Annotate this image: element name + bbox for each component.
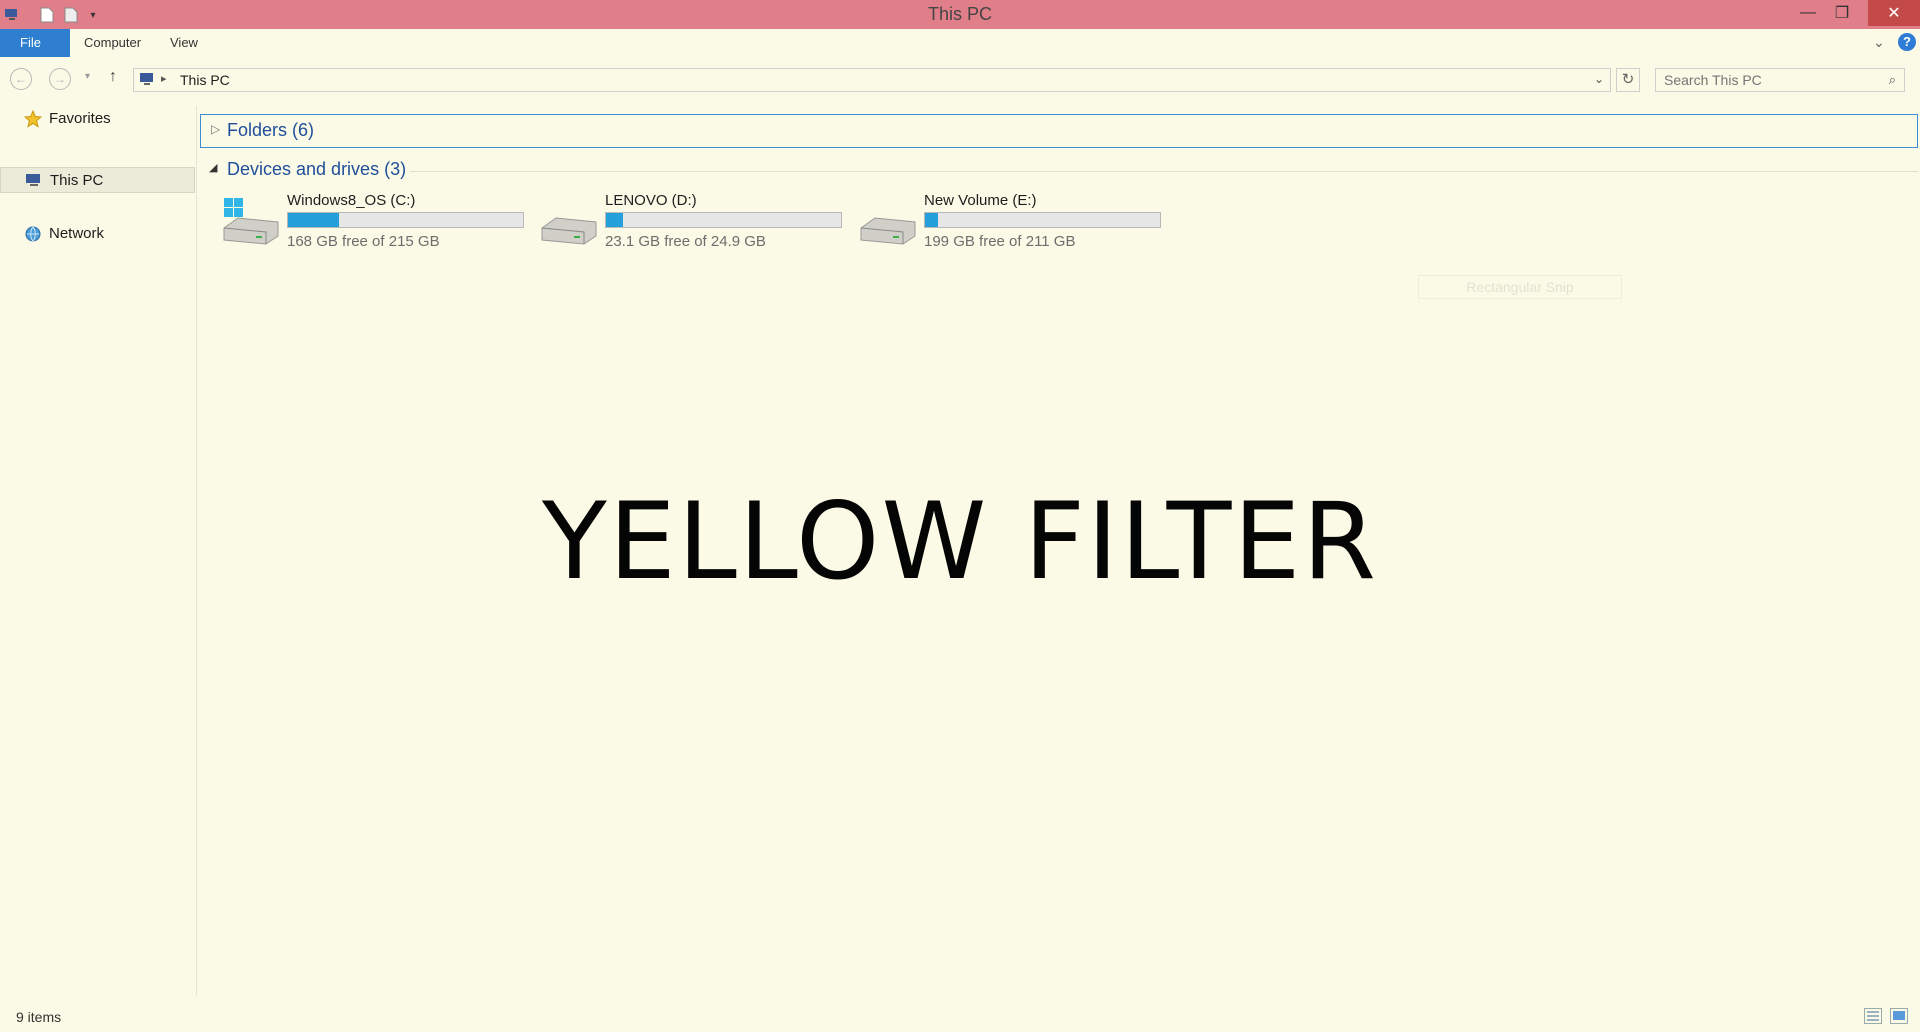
nav-item-label: Favorites <box>49 110 111 127</box>
group-devices[interactable]: ◢ Devices and drives (3) <box>200 154 1918 186</box>
search-icon[interactable]: ⌕ <box>1889 72 1896 88</box>
this-pc-icon <box>138 72 156 93</box>
details-view-icon[interactable] <box>1864 1008 1882 1024</box>
large-icons-view-icon[interactable] <box>1890 1008 1908 1024</box>
properties-icon[interactable] <box>38 4 56 26</box>
drive-c[interactable]: Windows8_OS (C:) 168 GB free of 215 GB <box>220 190 540 256</box>
search-input[interactable] <box>1656 69 1882 91</box>
up-button[interactable]: ↑ <box>109 68 117 86</box>
computer-icon <box>25 172 43 190</box>
group-folders[interactable]: ▷ Folders (6) <box>200 114 1918 148</box>
star-icon <box>23 109 43 128</box>
breadcrumb[interactable]: This PC <box>180 72 230 88</box>
tab-computer[interactable]: Computer <box>74 29 151 57</box>
drive-d[interactable]: LENOVO (D:) 23.1 GB free of 24.9 GB <box>538 190 858 256</box>
ribbon-tabs: File Computer View <box>0 29 1920 57</box>
help-icon[interactable]: ? <box>1898 33 1916 51</box>
expand-arrow-icon[interactable]: ▷ <box>211 122 220 136</box>
group-divider <box>410 171 1918 172</box>
group-label: Devices and drives (3) <box>227 159 407 179</box>
drive-free-space: 199 GB free of 211 GB <box>924 233 1076 250</box>
customize-toolbar-icon[interactable]: ▾ <box>86 4 100 26</box>
new-folder-icon[interactable] <box>62 4 80 26</box>
close-button[interactable]: ✕ <box>1868 0 1920 26</box>
drive-icon <box>857 198 917 253</box>
network-icon <box>24 225 42 243</box>
breadcrumb-arrow-icon[interactable]: ▸ <box>161 72 167 85</box>
title-bar: ▾ This PC — ❐ ✕ <box>0 0 1920 29</box>
usage-bar-fill <box>925 213 939 227</box>
drive-free-space: 23.1 GB free of 24.9 GB <box>605 233 766 250</box>
recent-locations-icon[interactable]: ▾ <box>85 71 90 82</box>
drive-name: Windows8_OS (C:) <box>287 192 416 209</box>
drive-e[interactable]: New Volume (E:) 199 GB free of 211 GB <box>857 190 1177 256</box>
search-box[interactable]: ⌕ <box>1655 68 1905 92</box>
collapse-ribbon-icon[interactable]: ⌄ <box>1873 34 1885 51</box>
refresh-button[interactable]: ↻ <box>1616 68 1640 92</box>
address-bar[interactable]: ▸ This PC ⌄ <box>133 68 1611 92</box>
nav-item-network[interactable]: Network <box>0 221 196 247</box>
usage-bar <box>924 212 1161 228</box>
nav-item-favorites[interactable]: Favorites <box>0 106 196 132</box>
group-label: Folders (6) <box>227 120 315 140</box>
usage-bar-fill <box>606 213 623 227</box>
usage-bar <box>287 212 524 228</box>
drive-name: LENOVO (D:) <box>605 192 697 209</box>
windows-drive-icon <box>220 198 280 253</box>
system-menu-icon[interactable] <box>2 4 22 26</box>
drive-name: New Volume (E:) <box>924 192 1037 209</box>
usage-bar-fill <box>288 213 340 227</box>
nav-item-this-pc[interactable]: This PC <box>0 167 195 193</box>
status-item-count: 9 items <box>16 1009 62 1025</box>
tab-file[interactable]: File <box>0 29 70 57</box>
drive-free-space: 168 GB free of 215 GB <box>287 233 440 250</box>
forward-button[interactable]: → <box>49 68 71 90</box>
drive-icon <box>538 198 598 253</box>
tab-view[interactable]: View <box>160 29 208 57</box>
back-button[interactable]: ← <box>10 68 32 90</box>
address-dropdown-icon[interactable]: ⌄ <box>1594 72 1604 86</box>
window-title: This PC <box>927 4 992 24</box>
rectangular-snip-label: Rectangular Snip <box>1418 275 1622 299</box>
nav-item-label: This PC <box>50 172 104 189</box>
yellow-filter-overlay: YELLOW FILTER <box>541 480 1379 603</box>
nav-item-label: Network <box>49 225 105 242</box>
usage-bar <box>605 212 842 228</box>
collapse-arrow-icon[interactable]: ◢ <box>209 161 217 174</box>
maximize-button[interactable]: ❐ <box>1822 0 1862 26</box>
